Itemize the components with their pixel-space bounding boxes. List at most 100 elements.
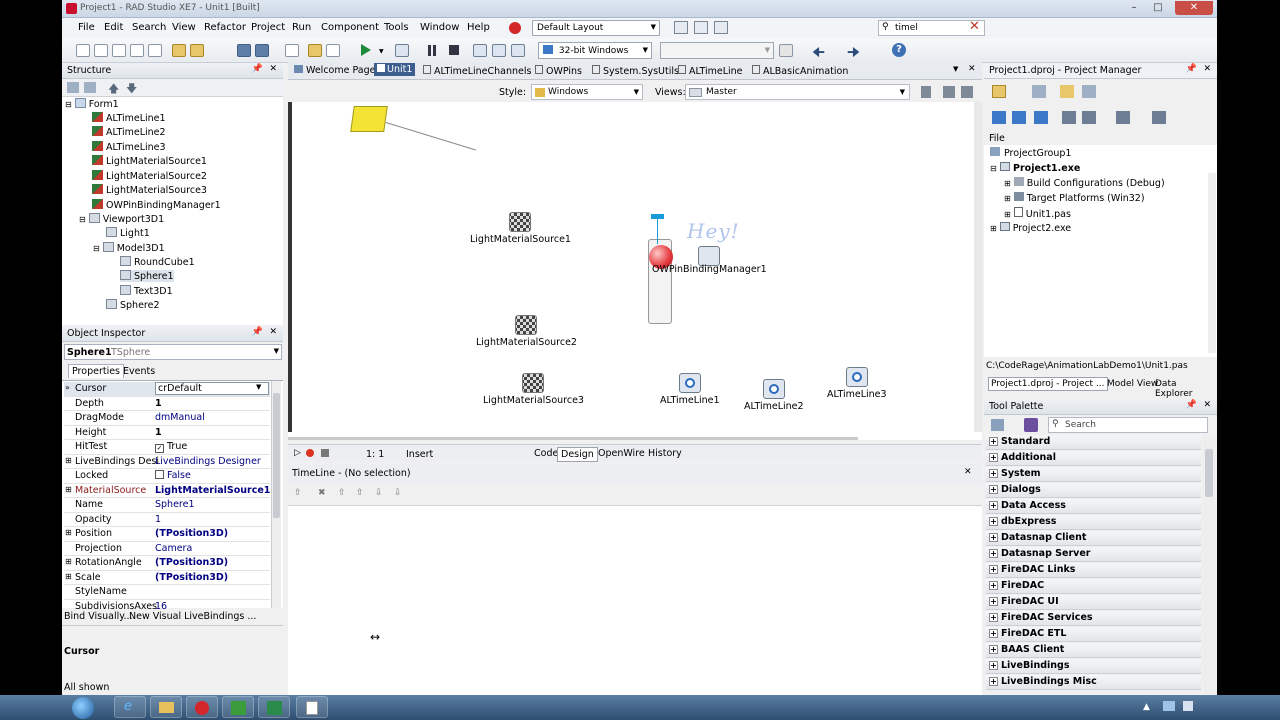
new-package-icon[interactable] <box>148 44 162 57</box>
menu-help[interactable]: Help <box>467 22 490 33</box>
tab-project-manager[interactable]: Project1.dproj - Project ... <box>988 377 1108 391</box>
view-options-icon[interactable] <box>1082 85 1096 98</box>
property-row[interactable]: Locked False <box>64 469 270 484</box>
scrollbar-thumb[interactable] <box>273 393 280 518</box>
tree-item-build-configurations[interactable]: ⊞ Build Configurations (Debug) <box>1004 177 1165 189</box>
expand-icon[interactable]: + <box>989 629 998 638</box>
palette-category[interactable]: + Datasnap Client <box>986 531 1201 546</box>
run-dropdown-icon[interactable]: ▼ <box>379 48 384 55</box>
open-file-icon[interactable] <box>308 44 322 57</box>
property-row[interactable]: Height 1 <box>64 426 270 440</box>
next-key-icon[interactable]: ⇩ <box>375 488 383 498</box>
property-value[interactable]: 1 <box>155 514 161 525</box>
new-unit-icon[interactable] <box>130 44 144 57</box>
palette-category[interactable]: + FireDAC ETL <box>986 627 1201 642</box>
property-value[interactable]: 1 <box>155 398 162 409</box>
taskbar-notepad[interactable] <box>296 696 328 718</box>
property-row[interactable]: StyleName <box>64 585 270 600</box>
run-without-debug-icon[interactable] <box>395 44 409 57</box>
tree-item-text3d1[interactable]: Text3D1 <box>120 285 173 297</box>
property-value[interactable]: 1 <box>155 427 162 438</box>
expand-icon[interactable]: + <box>989 469 998 478</box>
tab-data-explorer[interactable]: Data Explorer <box>1153 378 1217 400</box>
taskbar-app[interactable] <box>258 696 290 718</box>
tree-item-light1[interactable]: Light1 <box>106 227 150 239</box>
palette-category[interactable]: + FireDAC Services <box>986 611 1201 626</box>
timeline-area[interactable]: ↔ <box>288 505 982 695</box>
open-folder-icon[interactable] <box>1060 85 1074 98</box>
menu-window[interactable]: Window <box>420 22 459 33</box>
property-value[interactable]: Camera <box>155 543 192 554</box>
component-lightmaterialsource1[interactable]: LightMaterialSource1 <box>470 212 571 245</box>
tab-design[interactable]: Design <box>557 447 598 462</box>
close-window-button[interactable]: ✕ <box>1175 1 1213 15</box>
start-button[interactable] <box>67 695 101 720</box>
palette-category[interactable]: + dbExpress <box>986 515 1201 530</box>
expand-all-icon[interactable] <box>67 82 79 93</box>
tree-item-sphere2[interactable]: Sphere2 <box>106 299 160 311</box>
property-row[interactable]: ⊞ Position (TPosition3D) <box>64 527 270 542</box>
property-value[interactable]: LiveBindings Designer <box>155 456 261 467</box>
collapse-all-icon[interactable] <box>84 82 96 93</box>
palette-category[interactable]: + Datasnap Server <box>986 547 1201 562</box>
designer-hscroll[interactable] <box>288 437 858 440</box>
property-row[interactable]: ⊞ LiveBindings Desi LiveBindings Designer <box>64 455 270 469</box>
tree-item-lightmaterialsource2[interactable]: LightMaterialSource2 <box>92 170 207 182</box>
tree-item-roundcube1[interactable]: RoundCube1 <box>120 256 195 268</box>
tab-model-view[interactable]: Model View <box>1105 378 1160 390</box>
pin-icon[interactable]: 📌 <box>252 327 263 337</box>
tree-item-lightmaterialsource1[interactable]: LightMaterialSource1 <box>92 155 207 167</box>
tab-system-sysutils[interactable]: System.SysUtils <box>590 64 681 78</box>
menu-run[interactable]: Run <box>292 22 311 33</box>
pin-icon[interactable]: 📌 <box>1186 400 1197 410</box>
new-item-icon[interactable] <box>1032 85 1046 98</box>
expand-icon[interactable]: + <box>989 645 998 654</box>
tab-history[interactable]: History <box>645 447 685 460</box>
property-grid-scrollbar[interactable] <box>271 381 281 608</box>
tree-item-project2[interactable]: ⊞ Project2.exe <box>990 222 1071 234</box>
palette-category[interactable]: + System <box>986 467 1201 482</box>
tree-item-unit1[interactable]: ⊞ Unit1.pas <box>1004 207 1071 220</box>
palette-category[interactable]: + Additional <box>986 451 1201 466</box>
volume-icon[interactable] <box>1183 701 1193 711</box>
clear-search-icon[interactable]: ✕ <box>969 19 980 34</box>
property-value[interactable]: LightMaterialSource1 <box>155 485 270 496</box>
open-icon[interactable] <box>172 44 186 57</box>
view-options-icon[interactable] <box>961 86 973 98</box>
tree-item-model3d1[interactable]: ⊟ Model3D1 <box>93 242 165 254</box>
object-selector[interactable]: Sphere1 TSphere ▼ <box>64 344 282 360</box>
new-form-icon[interactable] <box>112 44 126 57</box>
palette-category[interactable]: + Dialogs <box>986 483 1201 498</box>
tab-list-icon[interactable]: ▼ <box>953 65 958 73</box>
tree-item-sphere1[interactable]: Sphere1 <box>120 270 174 282</box>
help-icon[interactable]: ? <box>892 43 906 57</box>
property-row[interactable]: Projection Camera <box>64 542 270 556</box>
stop-icon[interactable] <box>449 45 459 55</box>
desktop-icon[interactable] <box>714 21 728 34</box>
add-key-icon[interactable]: ⇧ <box>294 488 302 498</box>
sort-icon[interactable] <box>1062 111 1076 124</box>
activate-icon[interactable] <box>992 85 1006 98</box>
component-altimeline3[interactable]: ALTimeLine3 <box>827 367 887 400</box>
trace-into-icon[interactable] <box>492 44 506 57</box>
menu-tools[interactable]: Tools <box>384 22 409 33</box>
property-value[interactable]: False <box>155 470 191 481</box>
bind-visually-link[interactable]: Bind Visually... <box>64 611 133 622</box>
text3d1-object[interactable]: Hey! <box>687 219 740 243</box>
save-all-icon[interactable] <box>255 44 269 57</box>
palette-category[interactable]: + LiveBindings <box>986 659 1201 674</box>
expand-icon[interactable] <box>1152 111 1166 124</box>
checkbox-checked-icon[interactable]: ✓ <box>155 444 164 453</box>
tree-item-altimeline2[interactable]: ALTimeLine2 <box>92 126 166 138</box>
property-row[interactable]: » Cursor crDefault ▼ <box>64 382 270 397</box>
palette-category[interactable]: + FireDAC Links <box>986 563 1201 578</box>
property-row[interactable]: Opacity 1 <box>64 513 270 527</box>
property-value[interactable]: Sphere1 <box>155 499 195 510</box>
run-to-cursor-icon[interactable] <box>511 44 525 57</box>
property-value[interactable]: dmManual <box>155 412 205 423</box>
first-key-icon[interactable]: ⇧ <box>338 488 346 498</box>
close-icon[interactable]: ✕ <box>269 64 277 74</box>
expand-icon[interactable]: + <box>989 581 998 590</box>
property-value[interactable]: crDefault <box>155 382 269 395</box>
tree-item-target-platforms[interactable]: ⊞ Target Platforms (Win32) <box>1004 192 1145 204</box>
